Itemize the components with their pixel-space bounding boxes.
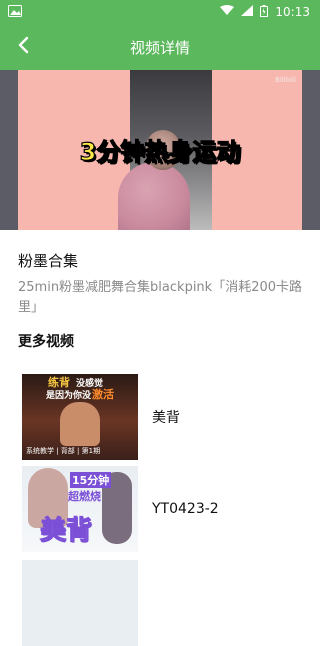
chevron-left-icon xyxy=(16,36,30,58)
wifi-icon xyxy=(220,5,235,19)
video-list-item[interactable]: 练背 没感觉 是因为你没 激活 系统教学 | 背部 | 第1期 美背 xyxy=(22,374,320,460)
thumb-text: 超燃烧 xyxy=(68,490,101,503)
thumb-text: 是因为你没 xyxy=(46,391,92,401)
thumb-figure xyxy=(60,402,100,446)
thumb-text: 激活 xyxy=(92,388,114,401)
video-thumbnail: 练背 没感觉 是因为你没 激活 系统教学 | 背部 | 第1期 xyxy=(22,374,138,460)
video-thumbnail xyxy=(22,560,138,646)
signal-icon xyxy=(241,5,254,19)
more-videos-title: 更多视频 xyxy=(18,334,74,350)
video-thumbnail: 15分钟 超燃烧 美背 xyxy=(22,466,138,552)
app-bar: 视频详情 xyxy=(0,24,320,70)
thumb-footer: 系统教学 | 背部 | 第1期 xyxy=(26,447,101,455)
video-overlay-text: 3分钟热身运动 xyxy=(79,137,241,166)
video-watermark: Bilibili xyxy=(275,76,296,84)
collection-title: 粉墨合集 xyxy=(18,252,79,270)
battery-icon xyxy=(260,4,269,20)
video-list-item[interactable] xyxy=(22,560,320,646)
status-left xyxy=(8,4,22,20)
status-time: 10:13 xyxy=(275,5,310,19)
status-bar: 10:13 xyxy=(0,0,320,24)
thumb-text: 美背 xyxy=(39,516,93,547)
video-person xyxy=(118,162,190,230)
status-right: 10:13 xyxy=(220,4,310,20)
video-player[interactable]: Bilibili 3分钟热身运动 xyxy=(0,70,320,230)
gallery-icon xyxy=(8,4,22,20)
back-button[interactable] xyxy=(10,34,36,60)
video-list-item[interactable]: 15分钟 超燃烧 美背 YT0423-2 xyxy=(22,466,320,552)
video-title: 美背 xyxy=(152,410,180,426)
page-title: 视频详情 xyxy=(129,38,190,57)
video-title: YT0423-2 xyxy=(152,501,219,517)
collection-description: 25min粉墨减肥舞合集blackpink「消耗200卡路里」 xyxy=(18,280,303,315)
thumb-text: 15分钟 xyxy=(70,472,112,488)
